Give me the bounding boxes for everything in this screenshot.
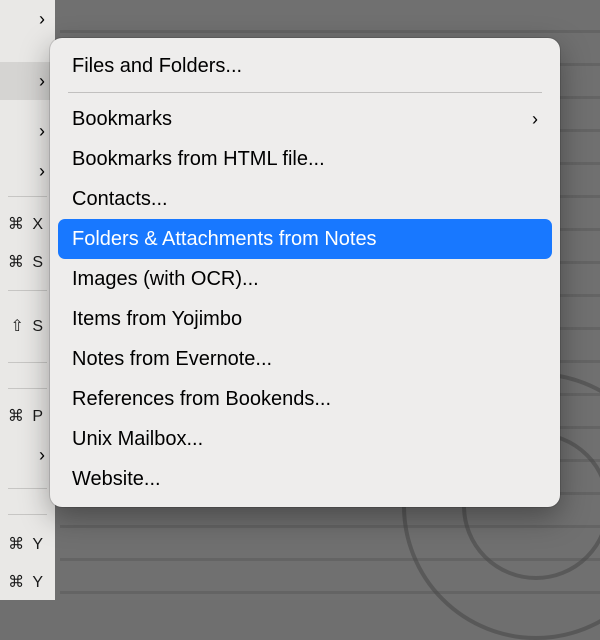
menu-item-label: Website... [72, 468, 161, 490]
menu-item[interactable]: Bookmarks from HTML file... [58, 139, 552, 179]
parent-menu-shortcut: ⌘ Y [0, 564, 55, 602]
shortcut-label: ⌘ X [8, 216, 45, 233]
parent-menu-item[interactable]: › [0, 436, 55, 474]
chevron-right-icon: › [39, 161, 45, 181]
shortcut-label: ⌘ Y [8, 536, 45, 553]
menu-item-label: Contacts... [72, 188, 168, 210]
shortcut-label: ⌘ S [8, 254, 45, 271]
menu-item-label: Notes from Evernote... [72, 348, 272, 370]
menu-item-label: Bookmarks [72, 108, 172, 130]
menu-item-label: Unix Mailbox... [72, 428, 203, 450]
menu-separator [8, 388, 47, 389]
parent-menu-item[interactable]: › [0, 152, 55, 190]
menu-item[interactable]: Unix Mailbox... [58, 419, 552, 459]
parent-menu-shortcut: ⌘ Y [0, 526, 55, 564]
menu-item-label: References from Bookends... [72, 388, 331, 410]
menu-item-label: Files and Folders... [72, 55, 242, 77]
menu-item[interactable]: Folders & Attachments from Notes [58, 219, 552, 259]
menu-item[interactable]: Files and Folders... [58, 46, 552, 86]
chevron-right-icon: › [532, 99, 538, 139]
chevron-right-icon: › [39, 9, 45, 29]
parent-menu-shortcut: ⇧ S [0, 308, 55, 346]
shortcut-label: ⇧ S [10, 318, 45, 335]
menu-item-label: Images (with OCR)... [72, 268, 259, 290]
menu-separator [68, 92, 542, 93]
parent-menu-shortcut: ⌘ P [0, 398, 55, 436]
menu-item[interactable]: Notes from Evernote... [58, 339, 552, 379]
parent-menu-shortcut: ⌘ S [0, 244, 55, 282]
parent-menu-item[interactable]: › [0, 62, 55, 100]
menu-separator [8, 488, 47, 489]
menu-item[interactable]: References from Bookends... [58, 379, 552, 419]
menu-item[interactable]: Images (with OCR)... [58, 259, 552, 299]
menu-item-label: Bookmarks from HTML file... [72, 148, 325, 170]
menu-separator [8, 196, 47, 197]
menu-item[interactable]: Items from Yojimbo [58, 299, 552, 339]
chevron-right-icon: › [39, 121, 45, 141]
menu-separator [8, 290, 47, 291]
parent-menu-shortcut: ⌘ X [0, 206, 55, 244]
menu-item[interactable]: Contacts... [58, 179, 552, 219]
parent-menu-item[interactable]: › [0, 0, 55, 38]
parent-menu-gutter: › › › › ⌘ X ⌘ S ⇧ S ⌘ P › ⌘ Y ⌘ Y [0, 0, 55, 600]
menu-separator [8, 514, 47, 515]
menu-item[interactable]: Bookmarks › [58, 99, 552, 139]
shortcut-label: ⌘ Y [8, 574, 45, 591]
chevron-right-icon: › [39, 71, 45, 91]
menu-separator [8, 362, 47, 363]
shortcut-label: ⌘ P [8, 408, 45, 425]
parent-menu-item[interactable]: › [0, 112, 55, 150]
menu-item-label: Folders & Attachments from Notes [72, 228, 377, 250]
import-submenu: Files and Folders... Bookmarks › Bookmarks … [50, 38, 560, 507]
menu-item[interactable]: Website... [58, 459, 552, 499]
menu-item-label: Items from Yojimbo [72, 308, 242, 330]
chevron-right-icon: › [39, 445, 45, 465]
